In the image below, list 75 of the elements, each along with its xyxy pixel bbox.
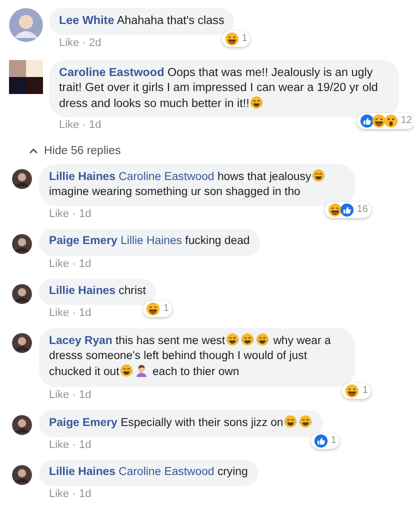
like-link[interactable]: Like bbox=[49, 488, 70, 500]
laughing-face-icon bbox=[345, 384, 360, 398]
laughing-face-icon bbox=[146, 302, 160, 316]
comment-time[interactable]: 1d bbox=[78, 438, 92, 451]
avatar[interactable] bbox=[9, 60, 43, 94]
author-name[interactable]: Lillie Haines bbox=[49, 466, 116, 478]
comment-time[interactable]: 1d bbox=[78, 306, 92, 319]
avatar[interactable] bbox=[12, 333, 32, 354]
separator-dot: · bbox=[72, 438, 76, 451]
comment-text: Lillie Haines Caroline Eastwood crying bbox=[49, 465, 248, 480]
hide-replies-link[interactable]: Hide 56 replies bbox=[44, 144, 121, 159]
comment-text: Caroline Eastwood Oops that was me!! Jealously is an ugly trait! Get over it girls I am impressed I can wear a 19/20 yr old dress and looks so much better in it!! bbox=[59, 64, 379, 112]
separator-dot: · bbox=[72, 208, 76, 220]
author-name[interactable]: Paige Emery bbox=[49, 416, 118, 429]
laughing-tears-icon bbox=[226, 333, 240, 346]
separator-dot: · bbox=[72, 488, 76, 500]
laughing-face-icon bbox=[372, 114, 386, 128]
separator-dot: · bbox=[72, 258, 76, 270]
comment-text: Lillie Haines Caroline Eastwood hows that jealousy imagine wearing something ur son shagged in tho bbox=[49, 168, 345, 200]
reaction-badge[interactable]: 1 bbox=[222, 30, 250, 47]
comment-time[interactable]: 1d bbox=[78, 488, 92, 500]
reaction-badge[interactable]: 12 bbox=[356, 113, 414, 130]
laughing-tears-icon bbox=[256, 333, 270, 346]
laughing-tears-icon bbox=[299, 414, 312, 428]
thumbs-up-icon bbox=[314, 434, 328, 448]
surprised-face-icon bbox=[384, 114, 398, 128]
author-name[interactable]: Lillie Haines bbox=[49, 284, 116, 297]
laughing-face-icon bbox=[224, 32, 239, 46]
like-link[interactable]: Like bbox=[59, 36, 80, 49]
like-link[interactable]: Like bbox=[49, 258, 70, 270]
reaction-badge[interactable]: 1 bbox=[342, 382, 371, 399]
laughing-tears-icon bbox=[250, 96, 264, 109]
comment-text: Lillie Haines christ bbox=[49, 284, 146, 299]
comment-time[interactable]: 1d bbox=[78, 208, 92, 220]
laughing-tears-icon bbox=[120, 364, 134, 378]
like-link[interactable]: Like bbox=[49, 306, 70, 319]
avatar[interactable] bbox=[12, 465, 32, 486]
reaction-badge[interactable]: 1 bbox=[310, 432, 340, 449]
comment-text: Lee White Ahahaha that's class bbox=[59, 13, 224, 29]
comment-time[interactable]: 1d bbox=[78, 388, 92, 401]
like-link[interactable]: Like bbox=[49, 388, 70, 401]
laughing-tears-icon bbox=[312, 168, 326, 182]
comment-time[interactable]: 1d bbox=[78, 258, 92, 270]
author-name[interactable]: Lacey Ryan bbox=[49, 335, 112, 348]
reaction-badge[interactable]: 16 bbox=[324, 202, 371, 218]
like-link[interactable]: Like bbox=[49, 438, 70, 451]
comment-time[interactable]: 1d bbox=[88, 119, 102, 132]
avatar[interactable] bbox=[12, 234, 32, 254]
author-name[interactable]: Lillie Haines bbox=[49, 170, 116, 183]
mention-link[interactable]: Caroline Eastwood bbox=[118, 466, 214, 478]
avatar[interactable] bbox=[12, 168, 32, 189]
like-link[interactable]: Like bbox=[49, 208, 70, 220]
author-name[interactable]: Caroline Eastwood bbox=[59, 66, 164, 79]
facepalm-person-icon bbox=[135, 364, 148, 378]
thumbs-up-icon bbox=[340, 203, 354, 218]
separator-dot: · bbox=[72, 306, 76, 319]
thumbs-up-icon bbox=[360, 114, 374, 128]
comment-text: Lacey Ryan this has sent me west why wear a dresss someone's left behind though I would of just chucked it out each to thier own bbox=[49, 333, 332, 380]
avatar[interactable] bbox=[12, 414, 32, 435]
separator-dot: · bbox=[82, 119, 86, 132]
laughing-face-icon bbox=[328, 203, 342, 218]
avatar[interactable] bbox=[12, 284, 32, 304]
comment-text: Paige Emery Especially with their sons jizz on bbox=[49, 414, 314, 431]
comment-text: Paige Emery Lillie Haines fucking dead bbox=[49, 234, 250, 250]
mention-link[interactable]: Lillie Haines bbox=[120, 235, 182, 248]
author-name[interactable]: Lee White bbox=[59, 14, 114, 27]
separator-dot: · bbox=[82, 36, 86, 49]
like-link[interactable]: Like bbox=[59, 119, 80, 132]
separator-dot: · bbox=[72, 388, 76, 401]
laughing-tears-icon bbox=[284, 414, 298, 428]
mention-link[interactable]: Caroline Eastwood bbox=[118, 170, 214, 183]
author-name[interactable]: Paige Emery bbox=[49, 235, 118, 248]
laughing-tears-icon bbox=[241, 333, 254, 346]
reaction-badge[interactable]: 1 bbox=[143, 300, 172, 317]
comment-time[interactable]: 2d bbox=[88, 36, 102, 49]
